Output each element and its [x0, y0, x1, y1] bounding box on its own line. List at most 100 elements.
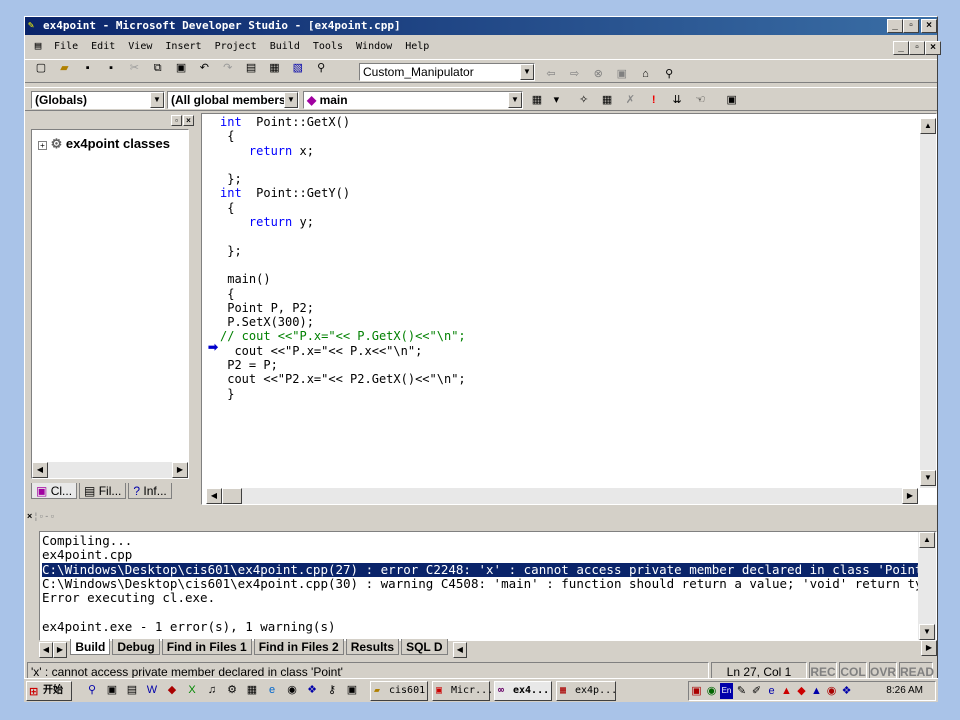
save-all-icon[interactable]: ▪ — [103, 60, 119, 76]
output-tab[interactable]: Find in Files 2 — [253, 639, 344, 655]
scroll-right-icon[interactable]: ▶ — [172, 462, 188, 478]
code-line[interactable]: { — [220, 201, 910, 215]
tab-infoview[interactable]: ? Inf... — [128, 483, 172, 499]
close-button[interactable]: × — [921, 19, 937, 33]
output-text[interactable]: Compiling... ex4point.cpp C:\Windows\Deskt… — [42, 534, 918, 638]
tray-pen-icon[interactable]: ✐ — [750, 683, 763, 699]
ql-globe-icon[interactable]: ◉ — [284, 682, 300, 698]
refresh-icon[interactable]: ▣ — [614, 66, 630, 82]
code-line[interactable]: return y; — [220, 215, 910, 229]
ql-music-icon[interactable]: ♫ — [204, 682, 220, 698]
code-line[interactable]: // cout <<"P.x="<< P.GetX()<<"\n"; — [220, 329, 910, 343]
ql-browser-icon[interactable]: e — [264, 682, 280, 698]
chevron-down-icon[interactable]: ▼ — [520, 64, 534, 80]
menu-window[interactable]: Window — [356, 41, 392, 52]
output-tab[interactable]: Debug — [112, 639, 160, 655]
new-file-icon[interactable]: ▢ — [33, 60, 49, 76]
members-combo[interactable]: (All global members ▼ — [167, 91, 299, 109]
code-line[interactable]: { — [220, 287, 910, 301]
chevron-down-icon[interactable]: ▼ — [284, 92, 298, 108]
save-icon[interactable]: ▪ — [80, 60, 96, 76]
menu-build[interactable]: Build — [270, 41, 300, 52]
start-button[interactable]: ⊞ 开始 — [26, 681, 72, 701]
code-line[interactable]: cout <<"P.x="<< P.x<<"\n"; — [220, 344, 910, 358]
code-line[interactable]: } — [220, 387, 910, 401]
output-line-selected[interactable]: C:\Windows\Desktop\cis601\ex4point.cpp(2… — [42, 562, 918, 577]
output-vscrollbar[interactable]: ▲ ▼ — [918, 532, 936, 640]
code-line[interactable]: }; — [220, 244, 910, 258]
maximize-button[interactable]: ▫ — [903, 19, 919, 33]
scroll-right-icon[interactable]: ▶ — [921, 640, 937, 656]
ql-network-icon[interactable]: ▦ — [244, 682, 260, 698]
chevron-down-icon[interactable]: ▼ — [150, 92, 164, 108]
wizard-action-icon[interactable]: ▦ — [529, 92, 545, 108]
tray-app-icon[interactable]: ▣ — [690, 683, 703, 699]
code-editor[interactable]: ➡ int Point::GetX() { return x; }; int Po… — [201, 113, 937, 505]
ql-word-icon[interactable]: W — [144, 682, 160, 698]
ql-chat-icon[interactable]: ❖ — [304, 682, 320, 698]
ql-app-icon[interactable]: ▣ — [344, 682, 360, 698]
code-line[interactable]: }; — [220, 172, 910, 186]
output-window-icon[interactable]: ▦ — [266, 60, 282, 76]
doc-restore-button[interactable]: ▫ — [909, 41, 925, 55]
code-line[interactable]: P.SetX(300); — [220, 315, 910, 329]
tray-security-icon[interactable]: ◆ — [795, 683, 808, 699]
code-line[interactable] — [220, 229, 910, 243]
output-line[interactable]: ex4point.cpp — [42, 547, 918, 562]
ql-window-icon[interactable]: ▤ — [124, 682, 140, 698]
open-folder-icon[interactable]: ▰ — [56, 60, 72, 76]
search-icon[interactable]: ⚲ — [661, 66, 677, 82]
minimize-button[interactable]: _ — [887, 19, 903, 33]
tray-language-icon[interactable]: En — [720, 683, 733, 700]
ql-access-icon[interactable]: ◆ — [164, 682, 180, 698]
tab-classview[interactable]: ▣ Cl... — [31, 483, 78, 499]
paste-icon[interactable]: ▣ — [173, 60, 189, 76]
go-icon[interactable]: ⇊ — [669, 92, 685, 108]
menu-project[interactable]: Project — [215, 41, 257, 52]
editor-hscrollbar[interactable]: ◀ ▶ — [206, 488, 918, 504]
window-list-icon[interactable]: ▧ — [290, 60, 306, 76]
output-line[interactable]: ex4point.exe - 1 error(s), 1 warning(s) — [42, 619, 918, 634]
home-icon[interactable]: ⌂ — [638, 66, 654, 82]
code-line[interactable]: main() — [220, 272, 910, 286]
workspace-close-button[interactable]: × — [183, 115, 194, 126]
ql-tools-icon[interactable]: ⚙ — [224, 682, 240, 698]
menu-help[interactable]: Help — [405, 41, 429, 52]
tray-antivirus-icon[interactable]: ▲ — [780, 683, 793, 699]
ql-excel-icon[interactable]: X — [184, 682, 200, 698]
tab-scroll-right-icon[interactable]: ▶ — [53, 642, 67, 658]
find-in-files-icon[interactable]: ⚲ — [313, 60, 329, 76]
output-tab[interactable]: Results — [345, 639, 400, 655]
execute-icon[interactable]: ! — [646, 92, 662, 108]
class-tree-root[interactable]: + ⚙ ex4point classes — [38, 136, 186, 152]
stop-build-icon[interactable]: ✗ — [622, 92, 638, 108]
output-close-icon[interactable]: × — [27, 511, 32, 521]
scope-combo[interactable]: (Globals) ▼ — [31, 91, 165, 109]
workspace-maximize-button[interactable]: ▫ — [171, 115, 182, 126]
tab-scroll-left-icon[interactable]: ◀ — [39, 642, 53, 658]
build-icon[interactable]: ▦ — [599, 92, 615, 108]
ql-ie-icon[interactable]: ⚲ — [84, 682, 100, 698]
forward-icon[interactable]: ⇨ — [567, 66, 583, 82]
scroll-down-icon[interactable]: ▼ — [919, 624, 935, 640]
code-line[interactable]: return x; — [220, 144, 910, 158]
scroll-up-icon[interactable]: ▲ — [920, 118, 936, 134]
debug-toolbar-icon[interactable]: ▣ — [724, 92, 740, 108]
output-tab[interactable]: Build — [70, 639, 111, 655]
wizard-dropdown-icon[interactable]: ▾ — [552, 92, 560, 108]
output-window[interactable]: Compiling... ex4point.cpp C:\Windows\Deskt… — [39, 531, 937, 641]
hscroll-thumb[interactable] — [222, 488, 242, 504]
tray-shield-icon[interactable]: ◉ — [825, 683, 838, 699]
output-tab[interactable]: SQL D — [401, 639, 448, 655]
workspace-hscrollbar[interactable]: ◀ ▶ — [32, 462, 188, 478]
code-line[interactable]: { — [220, 129, 910, 143]
doc-minimize-button[interactable]: _ — [893, 41, 909, 55]
editor-vscrollbar[interactable]: ▲ ▼ — [920, 118, 936, 488]
code-line[interactable]: cout <<"P2.x="<< P2.GetX()<<"\n"; — [220, 372, 910, 386]
ql-key-icon[interactable]: ⚷ — [324, 682, 340, 698]
menu-file[interactable]: File — [54, 41, 78, 52]
menu-insert[interactable]: Insert — [165, 41, 201, 52]
workspace-icon[interactable]: ▤ — [243, 60, 259, 76]
output-line[interactable]: Compiling... — [42, 534, 918, 548]
code-line[interactable]: int Point::GetY() — [220, 186, 910, 200]
